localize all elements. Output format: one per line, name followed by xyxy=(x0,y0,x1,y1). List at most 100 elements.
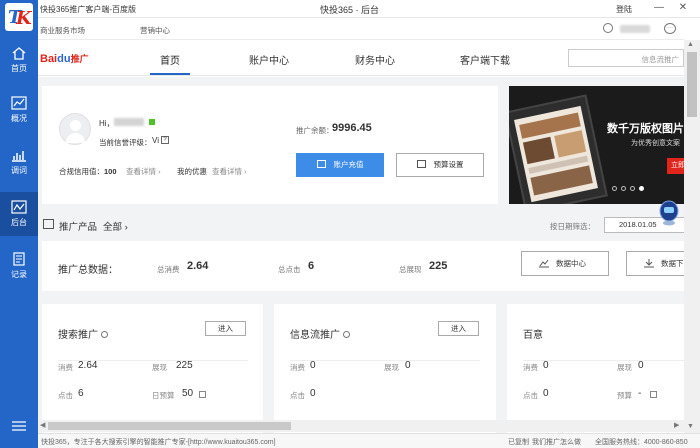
divider xyxy=(290,360,480,361)
enter-button[interactable]: 进入 xyxy=(438,321,479,336)
scroll-up-arrow[interactable]: ▲ xyxy=(687,41,694,48)
gear-icon[interactable] xyxy=(101,331,108,338)
spend-label: 消费 xyxy=(523,363,538,372)
account-card: Hi， 当前信誉评级： Vi ? 合规信用值：100 查看详情 › 我的优惠 查… xyxy=(42,86,498,204)
user-icon[interactable] xyxy=(603,23,613,33)
budget-value: - xyxy=(638,388,642,399)
bar-chart-icon xyxy=(12,151,26,162)
baidu-promo-logo: Baidu推广 xyxy=(40,53,89,65)
scroll-thumb[interactable] xyxy=(48,422,291,430)
tab-client-download[interactable]: 客户端下载 xyxy=(460,52,510,67)
search-input[interactable]: 信息流推广 xyxy=(568,49,684,67)
daily-budget-label: 日预算 xyxy=(152,391,175,400)
coupon-label: 我的优惠 xyxy=(177,167,207,176)
minimize-button[interactable]: — xyxy=(652,1,666,15)
overview-chart-icon xyxy=(11,96,27,110)
home-icon xyxy=(12,47,26,60)
chart-icon xyxy=(539,259,549,268)
carousel-dot-active[interactable] xyxy=(639,186,644,191)
carousel-dot[interactable] xyxy=(612,186,617,191)
date-filter-label: 按日期筛选： xyxy=(550,222,595,231)
credit-level-label: 当前信誉评级： xyxy=(99,138,152,147)
card-title: 百意 xyxy=(523,330,543,341)
enter-button[interactable]: 进入 xyxy=(205,321,246,336)
search-promo-card: 搜索推广 进入 消费 2.64 展现 225 点击 6 日预算 50 xyxy=(42,304,263,433)
main-nav: Baidu推广 首页 账户中心 财务中心 客户端下载 信息流推广 xyxy=(38,40,684,76)
top-links-bar: 商业服务市场 营销中心 ··· xyxy=(38,20,684,40)
scroll-right-arrow[interactable]: ▶ xyxy=(674,421,679,429)
sidebar-item-records[interactable]: 记录 xyxy=(0,244,38,288)
tab-finance-center[interactable]: 财务中心 xyxy=(355,52,395,67)
hotline-text: 全国服务热线：4000-860-850 xyxy=(595,439,688,446)
menu-icon[interactable] xyxy=(12,420,26,432)
spend-label: 消费 xyxy=(290,363,305,372)
sidebar-item-label: 调词 xyxy=(11,166,27,175)
link-marketing-center[interactable]: 营销中心 xyxy=(140,25,170,36)
status-text: 快投365，专注于各大搜索引擎的智能推广专家-[http://www.kuait… xyxy=(41,439,276,446)
balance-value: 9996.45 xyxy=(332,122,372,134)
total-clicks-label: 总点击 xyxy=(278,265,301,274)
horizontal-scrollbar[interactable]: ◀ ▶ xyxy=(38,420,684,432)
username-blurred xyxy=(620,25,650,33)
tab-account-center[interactable]: 账户中心 xyxy=(249,52,289,67)
link-business-market[interactable]: 商业服务市场 xyxy=(40,25,85,36)
edit-icon[interactable] xyxy=(650,391,657,398)
coupon-detail-link[interactable]: 查看详情 › xyxy=(212,166,247,177)
credit-detail-link[interactable]: 查看详情 › xyxy=(126,166,161,177)
login-link[interactable]: 登陆 xyxy=(616,4,632,15)
copied-status: 已复制 xyxy=(508,439,529,446)
impressions-label: 展现 xyxy=(152,363,167,372)
scroll-left-arrow[interactable]: ◀ xyxy=(40,421,45,429)
spend-value: 0 xyxy=(543,360,549,371)
scroll-down-arrow[interactable]: ▼ xyxy=(687,423,694,430)
vertical-scrollbar[interactable]: ▲ ▼ xyxy=(684,40,700,433)
scroll-thumb[interactable] xyxy=(687,52,697,117)
balance-label: 推广余额： xyxy=(296,126,334,135)
card-title: 搜索推广 xyxy=(58,326,108,341)
tab-home[interactable]: 首页 xyxy=(160,52,180,67)
clicks-value: 0 xyxy=(543,388,549,399)
carousel-dot[interactable] xyxy=(630,186,635,191)
account-name-blurred xyxy=(114,118,144,126)
spend-value: 2.64 xyxy=(78,360,98,371)
recharge-button[interactable]: 账户充值 xyxy=(296,153,384,177)
banner-headline: 数千万版权图片 xyxy=(607,123,684,135)
avatar xyxy=(59,113,91,145)
sidebar-item-label: 后台 xyxy=(11,218,27,227)
help-icon[interactable]: ? xyxy=(161,136,169,144)
search-placeholder: 信息流推广 xyxy=(641,55,680,64)
close-button[interactable]: ✕ xyxy=(676,1,690,15)
sidebar-item-home[interactable]: 首页 xyxy=(0,38,38,82)
line-chart-icon xyxy=(11,200,27,214)
window-titlebar: 快投365推广客户端-百度版 快投365 · 后台 登陆 — ✕ xyxy=(0,0,700,18)
clicks-label: 点击 xyxy=(290,391,305,400)
data-download-button[interactable]: 数据下 xyxy=(626,251,684,276)
carousel-dots xyxy=(612,183,648,193)
total-impressions-label: 总展现 xyxy=(399,265,422,274)
sidebar-item-label: 首页 xyxy=(11,64,27,73)
products-title: 推广产品 xyxy=(59,222,98,233)
app-title: 快投365 · 后台 xyxy=(320,5,380,15)
sidebar-item-backend[interactable]: 后台 xyxy=(0,192,38,236)
gear-icon[interactable] xyxy=(343,331,350,338)
carousel-dot[interactable] xyxy=(621,186,626,191)
assistant-robot-icon[interactable] xyxy=(658,200,680,226)
data-center-button[interactable]: 数据中心 xyxy=(521,251,609,276)
recharge-icon xyxy=(316,160,326,168)
sidebar: T K 首页 概况 调词 后台 记录 xyxy=(0,0,38,448)
banner-cta-button[interactable]: 立即 xyxy=(667,158,684,174)
window-title: 快投365推广客户端-百度版 xyxy=(40,5,137,14)
summary-card: 推广总数据： 总消费 2.64 总点击 6 总展现 225 数据中心 数据下 xyxy=(42,241,684,291)
total-spend-label: 总消费 xyxy=(157,265,180,274)
sidebar-item-overview[interactable]: 概况 xyxy=(0,88,38,132)
credit-score: 合规信用值：100 xyxy=(59,167,117,176)
sidebar-item-keywords[interactable]: 调词 xyxy=(0,140,38,184)
edit-icon[interactable] xyxy=(199,391,206,398)
budget-settings-button[interactable]: 预算设置 xyxy=(396,153,484,177)
total-impressions-value: 225 xyxy=(429,260,448,272)
chat-icon[interactable]: ··· xyxy=(664,23,676,34)
promo-banner[interactable]: 数千万版权图片 为优秀创意文案 立即 xyxy=(509,86,684,204)
help-link[interactable]: 我们推广怎么做 xyxy=(532,437,581,447)
products-all-filter[interactable]: 全部 › xyxy=(103,219,128,233)
sidebar-item-label: 概况 xyxy=(11,114,27,123)
